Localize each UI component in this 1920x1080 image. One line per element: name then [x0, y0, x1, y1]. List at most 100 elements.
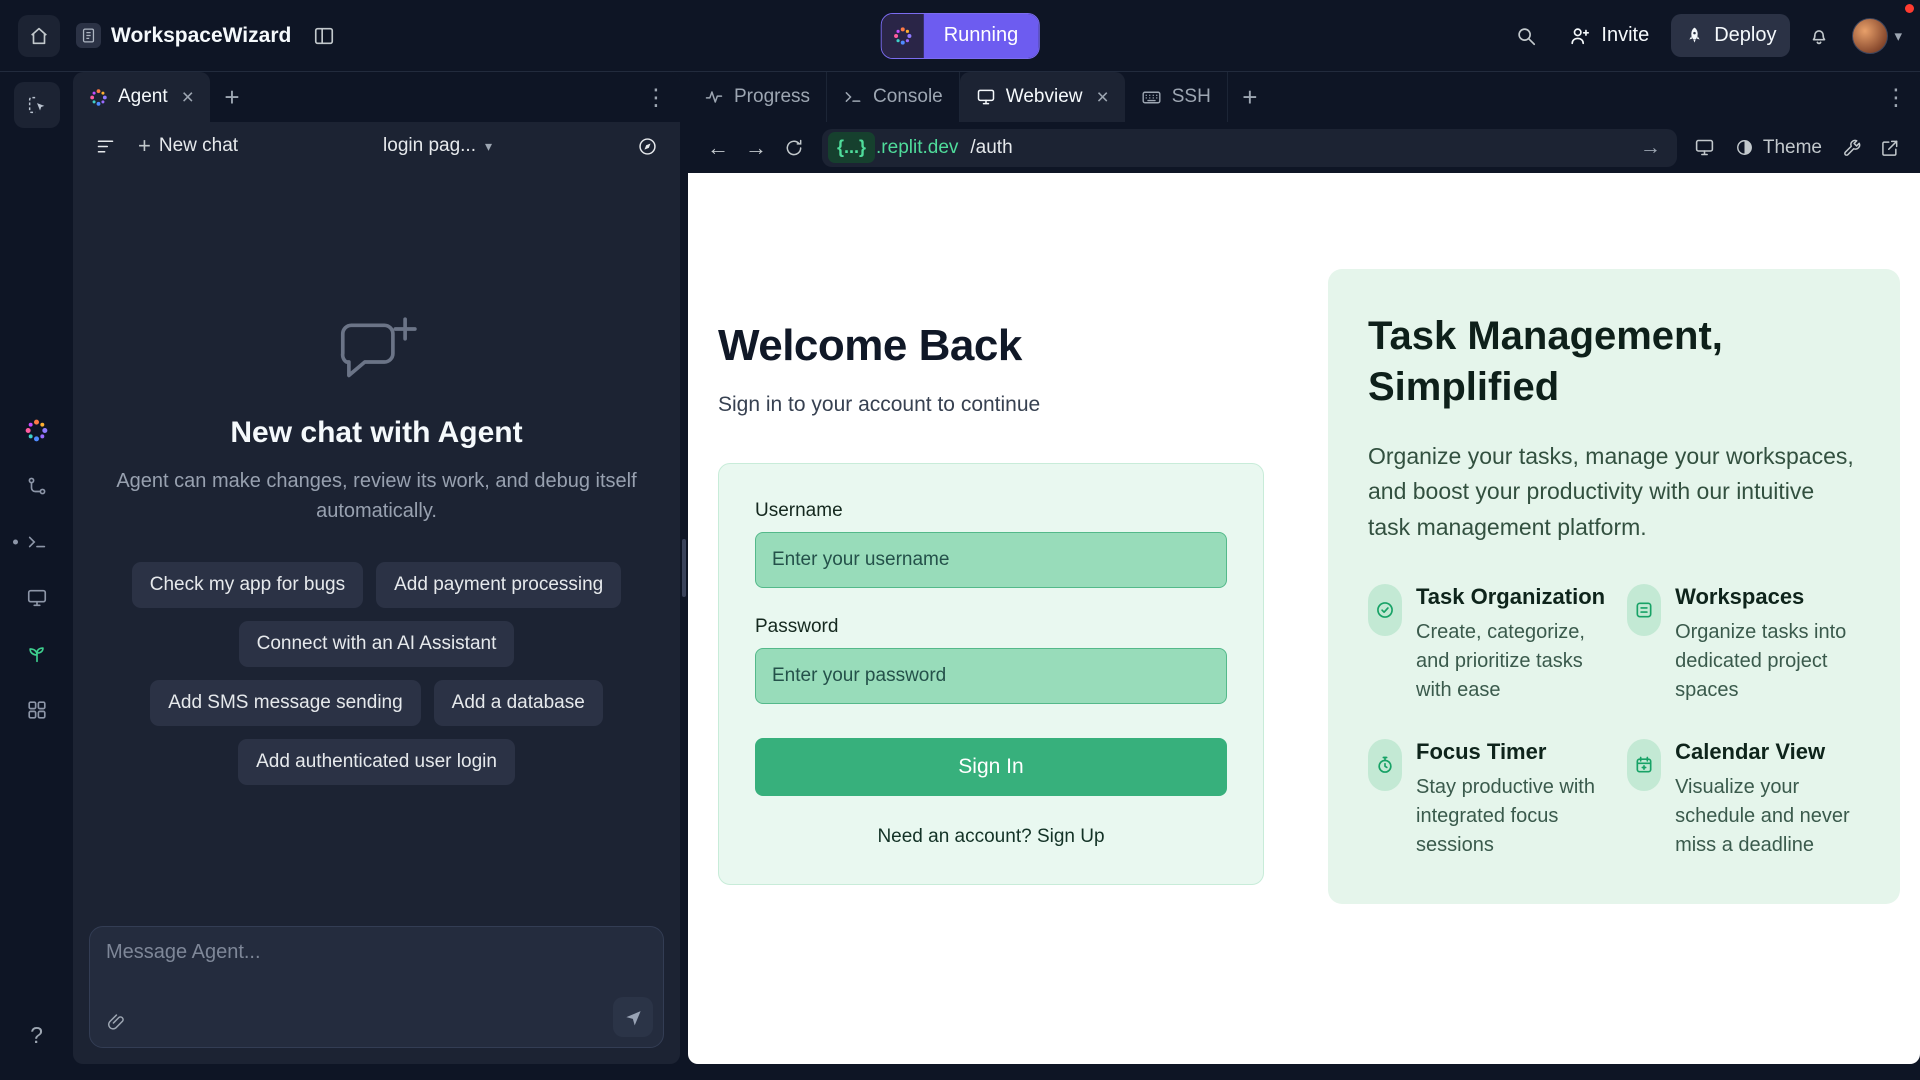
cursor-inspect-icon: [26, 94, 48, 116]
feature-title: Calendar View: [1675, 739, 1860, 765]
feature-description: Create, categorize, and prioritize tasks…: [1416, 618, 1605, 705]
all-tools-button[interactable]: [14, 687, 60, 733]
chat-history-button[interactable]: [87, 130, 124, 163]
sign-in-button[interactable]: Sign In: [755, 738, 1227, 796]
theme-button[interactable]: Theme: [1725, 131, 1832, 165]
reload-button[interactable]: [776, 130, 812, 166]
forward-button[interactable]: →: [738, 130, 774, 166]
open-in-new-tab-button[interactable]: [1872, 130, 1908, 166]
agent-message-box: [89, 926, 664, 1048]
webview-panel-menu-button[interactable]: ⋮: [1872, 72, 1920, 122]
password-label: Password: [755, 616, 1227, 638]
replit-agent-logo-icon: [882, 14, 924, 58]
page-title: Welcome Back: [718, 321, 1264, 371]
feature-task-organization: Task Organization Create, categorize, an…: [1368, 584, 1605, 705]
progress-icon: [704, 87, 724, 107]
attach-file-button[interactable]: [102, 1008, 131, 1037]
chat-bubble-plus-icon: [333, 312, 421, 390]
panel-divider[interactable]: [680, 72, 688, 1064]
webview-tool-button[interactable]: [14, 575, 60, 621]
workflows-tool-button[interactable]: [14, 463, 60, 509]
url-host: .replit.dev: [876, 137, 958, 159]
send-message-button[interactable]: [613, 997, 653, 1037]
config-button[interactable]: [1834, 130, 1870, 166]
tab-console[interactable]: Console: [827, 72, 960, 122]
new-tab-button[interactable]: +: [210, 72, 254, 122]
home-button[interactable]: [18, 15, 60, 57]
running-status-label: Running: [924, 14, 1039, 58]
seedling-icon: [26, 643, 48, 665]
username-input[interactable]: [755, 532, 1227, 588]
agent-message-input[interactable]: [106, 941, 647, 997]
tab-webview[interactable]: Webview ×: [960, 72, 1125, 122]
calendar-plus-icon: [1627, 739, 1661, 791]
plus-icon: +: [1242, 82, 1257, 113]
agent-empty-state: New chat with Agent Agent can make chang…: [73, 170, 680, 926]
agent-usage-button[interactable]: [629, 130, 666, 163]
account-menu-button[interactable]: ▾: [1852, 18, 1902, 54]
topbar-right: Invite Deploy ▾: [1505, 14, 1902, 57]
url-path: /auth: [970, 137, 1012, 159]
tab-webview-label: Webview: [1006, 86, 1083, 108]
tab-progress-label: Progress: [734, 86, 810, 108]
tab-progress[interactable]: Progress: [688, 72, 827, 122]
chat-selector-value: login pag...: [383, 135, 476, 157]
invite-button[interactable]: Invite: [1555, 14, 1663, 57]
sign-up-link[interactable]: Need an account? Sign Up: [755, 826, 1227, 848]
tab-ssh[interactable]: SSH: [1125, 72, 1228, 122]
layout-panels-button[interactable]: [303, 15, 345, 57]
tab-agent-label: Agent: [118, 86, 168, 108]
suggestion-chip[interactable]: Add payment processing: [376, 562, 621, 608]
run-status-button[interactable]: Running: [881, 13, 1040, 59]
username-field-group: Username: [755, 500, 1227, 588]
growth-tool-button[interactable]: [14, 631, 60, 677]
forward-icon: →: [745, 135, 767, 161]
plus-icon: +: [224, 82, 239, 113]
navigate-button[interactable]: →: [1632, 136, 1669, 160]
chevron-down-icon: ▾: [1894, 27, 1902, 45]
back-button[interactable]: ←: [700, 130, 736, 166]
feature-description: Stay productive with integrated focus se…: [1416, 773, 1605, 860]
shell-tool-button[interactable]: [14, 519, 60, 565]
url-input[interactable]: {...} .replit.dev /auth →: [822, 129, 1677, 167]
feature-grid: Task Organization Create, categorize, an…: [1368, 584, 1860, 860]
password-input[interactable]: [755, 648, 1227, 704]
panel-resize-handle[interactable]: [682, 539, 686, 597]
terminal-icon: [843, 87, 863, 107]
tab-agent[interactable]: Agent ×: [73, 72, 210, 122]
search-button[interactable]: [1505, 15, 1547, 57]
feature-title: Task Organization: [1416, 584, 1605, 610]
deploy-button[interactable]: Deploy: [1671, 14, 1790, 57]
suggestion-chip[interactable]: Add SMS message sending: [150, 680, 420, 726]
feature-description: Visualize your schedule and never miss a…: [1675, 773, 1860, 860]
bell-icon: [1808, 25, 1830, 47]
rocket-icon: [1685, 26, 1704, 45]
compass-icon: [637, 136, 658, 157]
new-tab-button[interactable]: +: [1228, 72, 1272, 122]
chat-selector-dropdown[interactable]: login pag... ▾: [373, 129, 502, 163]
help-button[interactable]: ?: [14, 1012, 60, 1058]
grid-icon: [26, 699, 48, 721]
devtools-button[interactable]: [1687, 130, 1723, 166]
agent-icon: [89, 88, 108, 107]
username-label: Username: [755, 500, 1227, 522]
suggestion-chip[interactable]: Add authenticated user login: [238, 739, 515, 785]
agent-tool-button[interactable]: [14, 407, 60, 453]
agent-panel-menu-button[interactable]: ⋮: [632, 72, 680, 122]
avatar: [1852, 18, 1888, 54]
new-chat-button[interactable]: + New chat: [130, 129, 246, 163]
close-icon[interactable]: ×: [1096, 87, 1108, 108]
element-inspector-button[interactable]: [14, 82, 60, 128]
suggestion-chip[interactable]: Check my app for bugs: [132, 562, 363, 608]
agent-empty-description: Agent can make changes, review its work,…: [107, 466, 647, 526]
feature-text: Workspaces Organize tasks into dedicated…: [1675, 584, 1860, 705]
project-title: WorkspaceWizard: [111, 24, 291, 48]
document-icon: [76, 23, 101, 48]
close-icon[interactable]: ×: [182, 87, 194, 108]
suggestion-chip[interactable]: Add a database: [434, 680, 603, 726]
suggestion-chip[interactable]: Connect with an AI Assistant: [239, 621, 515, 667]
monitor-icon: [1694, 137, 1715, 158]
notifications-button[interactable]: [1798, 15, 1840, 57]
left-rail: ?: [0, 72, 73, 1064]
promo-title: Task Management, Simplified: [1368, 311, 1860, 413]
